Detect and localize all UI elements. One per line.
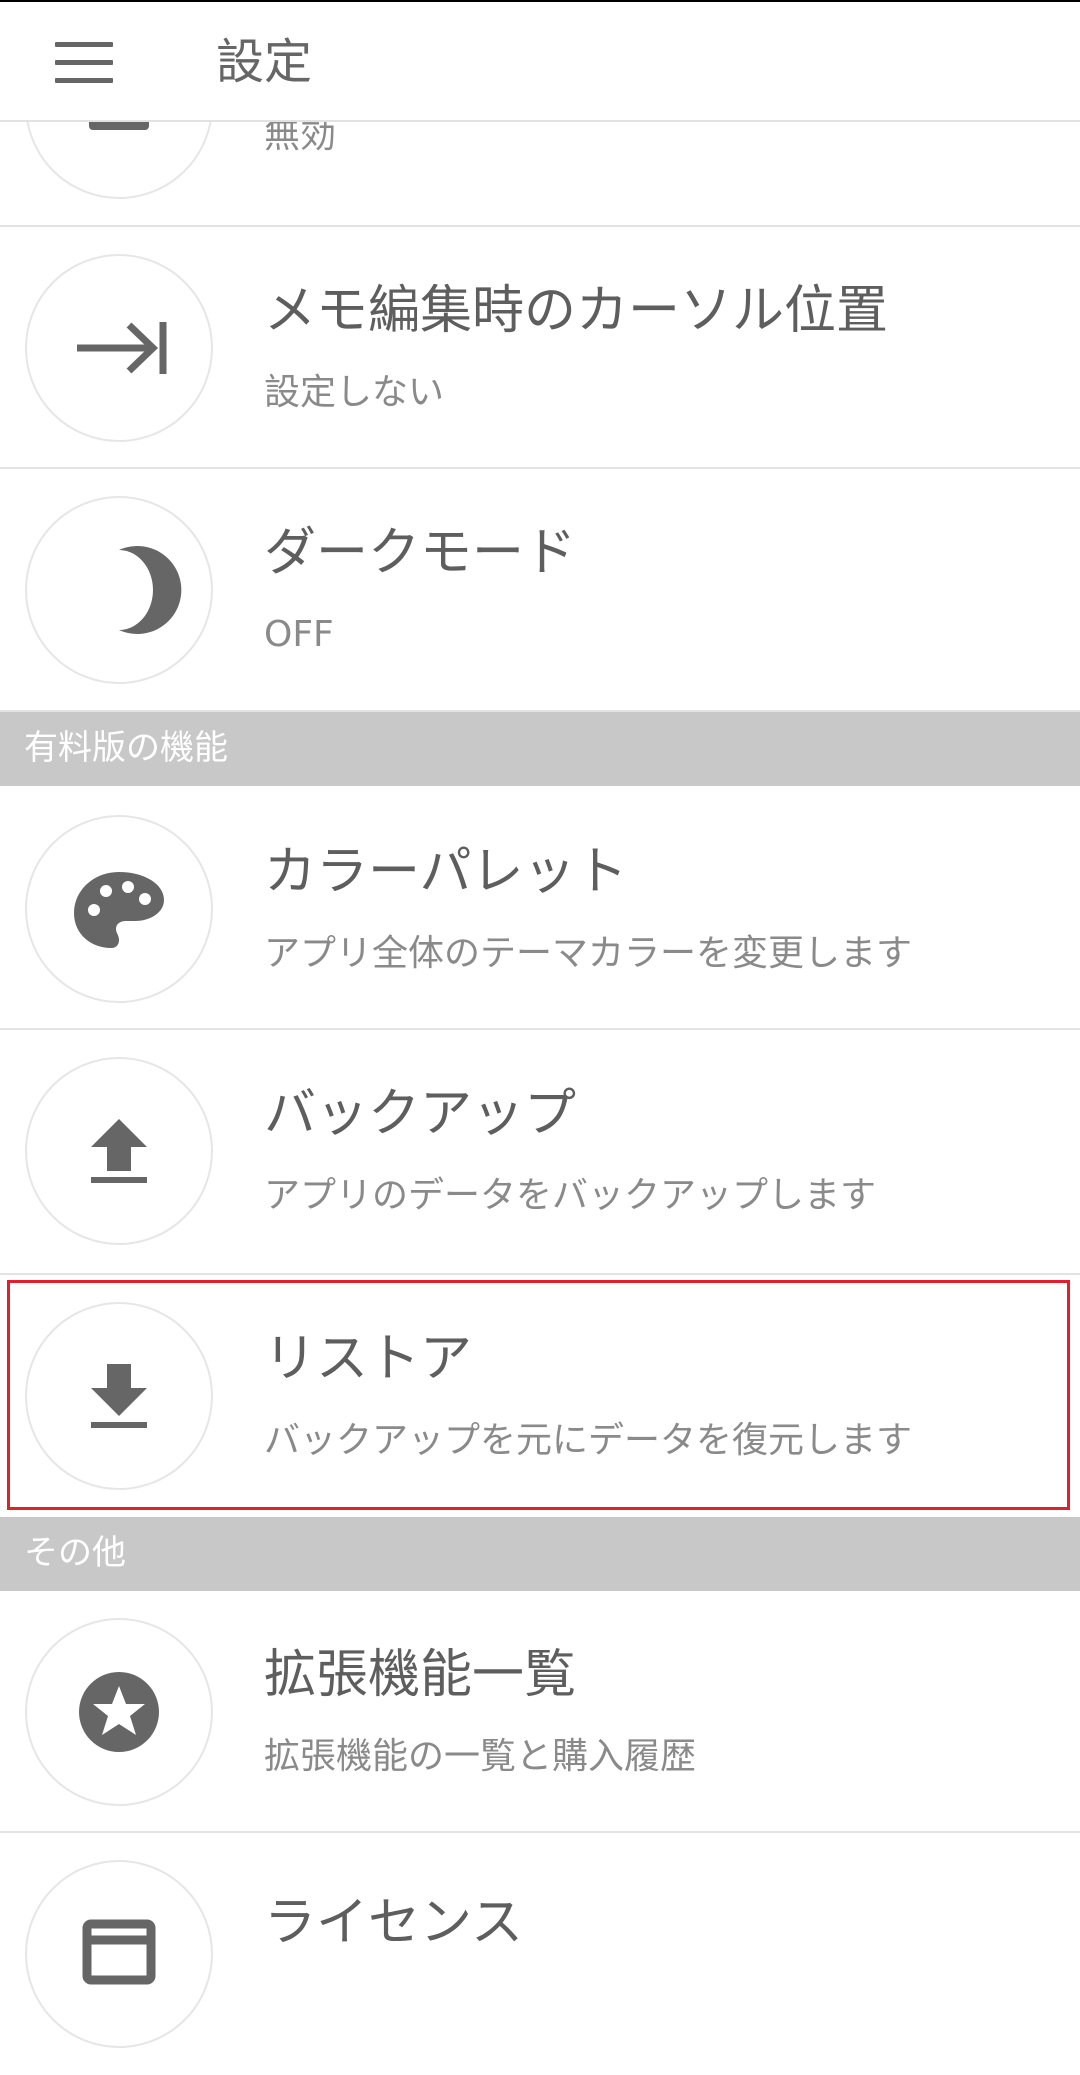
star-icon bbox=[79, 1672, 159, 1752]
app-bar: 設定 bbox=[0, 0, 1080, 122]
download-icon bbox=[91, 1364, 147, 1428]
row-icon-circle bbox=[25, 1860, 213, 2048]
row-subtitle: 拡張機能の一覧と購入履歴 bbox=[264, 1736, 697, 1777]
row-title: ライセンス bbox=[264, 1893, 523, 1953]
section-title: その他 bbox=[24, 1533, 126, 1573]
row-subtitle: 設定しない bbox=[264, 372, 445, 413]
upload-icon bbox=[91, 1119, 147, 1183]
settings-row-restore[interactable]: リストア バックアップを元にデータを復元します bbox=[0, 1275, 1080, 1517]
settings-row-license[interactable]: ライセンス bbox=[0, 1833, 1080, 2075]
license-icon bbox=[82, 1919, 156, 1985]
page-title: 設定 bbox=[216, 34, 313, 90]
row-icon-circle bbox=[25, 496, 213, 684]
row-title: メモ編集時のカーソル位置 bbox=[264, 281, 889, 341]
palette-icon bbox=[74, 872, 164, 948]
settings-row-color-palette[interactable]: カラーパレット アプリ全体のテーマカラーを変更します bbox=[0, 788, 1080, 1030]
row-title: バックアップ bbox=[264, 1084, 577, 1144]
row-subtitle: アプリ全体のテーマカラーを変更します bbox=[264, 933, 913, 974]
settings-row-dark-mode[interactable]: ダークモード OFF bbox=[0, 469, 1080, 712]
settings-row-cursor-position[interactable]: メモ編集時のカーソル位置 設定しない bbox=[0, 227, 1080, 469]
row-title: リストア bbox=[264, 1329, 473, 1389]
row-title: ダークモード bbox=[264, 523, 577, 583]
row-title: 拡張機能一覧 bbox=[264, 1645, 577, 1705]
section-header-other: その他 bbox=[0, 1517, 1080, 1591]
settings-row-extensions[interactable]: 拡張機能一覧 拡張機能の一覧と購入履歴 bbox=[0, 1591, 1080, 1833]
row-subtitle: OFF bbox=[264, 614, 334, 655]
section-title: 有料版の機能 bbox=[24, 728, 228, 768]
row-icon-circle bbox=[25, 254, 213, 442]
settings-row-backup[interactable]: バックアップ アプリのデータをバックアップします bbox=[0, 1030, 1080, 1275]
row-icon-circle bbox=[25, 1618, 213, 1806]
hamburger-menu-icon[interactable] bbox=[55, 42, 113, 84]
row-icon-circle bbox=[25, 815, 213, 1003]
row-icon-circle bbox=[25, 1057, 213, 1245]
row-subtitle: アプリのデータをバックアップします bbox=[264, 1175, 877, 1216]
row-subtitle: バックアップを元にデータを復元します bbox=[264, 1420, 913, 1461]
arrow-to-end-icon bbox=[77, 322, 167, 374]
row-title: カラーパレット bbox=[264, 842, 628, 902]
moon-icon bbox=[119, 546, 182, 634]
section-header-paid-features: 有料版の機能 bbox=[0, 712, 1080, 786]
row-icon-circle bbox=[25, 1302, 213, 1490]
